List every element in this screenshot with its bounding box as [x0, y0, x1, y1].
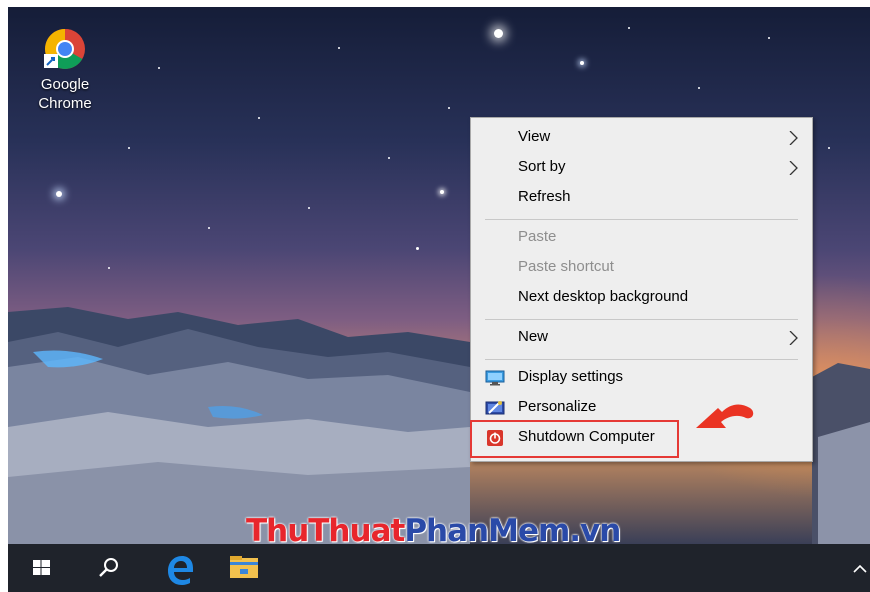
menu-item-label: Paste shortcut: [518, 258, 614, 275]
file-explorer-icon: [230, 556, 258, 578]
screenshot-frame: Google Chrome View Sort by Refresh Paste…: [0, 0, 870, 592]
menu-item-label: Refresh: [518, 188, 571, 205]
menu-separator: [485, 219, 798, 220]
start-button[interactable]: [18, 544, 66, 592]
menu-item-label: New: [518, 328, 549, 345]
chevron-right-icon: [789, 331, 798, 345]
highlight-box: [470, 420, 679, 458]
file-explorer-taskbar-button[interactable]: [220, 544, 268, 592]
desktop-context-menu: View Sort by Refresh Paste Paste shortcu…: [470, 117, 813, 462]
menu-item-display-settings[interactable]: Display settings: [471, 363, 812, 393]
menu-item-next-desktop-background[interactable]: Next desktop background: [471, 283, 812, 313]
menu-item-label: View: [518, 128, 551, 145]
edge-taskbar-button[interactable]: [154, 544, 202, 592]
search-button[interactable]: [84, 544, 132, 592]
menu-item-label: Next desktop background: [518, 288, 689, 305]
menu-item-label: Sort by: [518, 158, 566, 175]
chrome-label-line1: Google: [40, 76, 90, 93]
display-icon: [485, 370, 505, 386]
edge-icon: [168, 556, 193, 585]
show-hidden-icons-button[interactable]: [842, 544, 870, 592]
menu-item-sort-by[interactable]: Sort by: [471, 153, 812, 183]
windows-start-icon: [33, 560, 50, 575]
chevron-right-icon: [789, 161, 798, 175]
chevron-up-icon: [853, 564, 867, 573]
menu-item-new[interactable]: New: [471, 323, 812, 353]
search-icon: [99, 558, 118, 577]
personalize-icon: [485, 401, 505, 415]
menu-item-label: Personalize: [518, 398, 597, 415]
menu-item-view[interactable]: View: [471, 123, 812, 153]
chrome-desktop-shortcut[interactable]: Google Chrome: [30, 27, 100, 113]
chrome-label-line2: Chrome: [38, 95, 92, 112]
menu-item-label: Display settings: [518, 368, 624, 385]
chrome-shortcut-label: Google Chrome: [30, 75, 100, 113]
chevron-right-icon: [789, 131, 798, 145]
red-arrow-icon: [696, 404, 754, 428]
menu-separator: [485, 359, 798, 360]
menu-item-personalize[interactable]: Personalize: [471, 393, 812, 423]
chrome-icon: [43, 27, 87, 71]
menu-item-paste[interactable]: Paste: [471, 223, 812, 253]
menu-item-paste-shortcut[interactable]: Paste shortcut: [471, 253, 812, 283]
menu-separator: [485, 319, 798, 320]
menu-item-label: Paste: [518, 228, 557, 245]
taskbar: [8, 544, 870, 592]
menu-item-refresh[interactable]: Refresh: [471, 183, 812, 213]
